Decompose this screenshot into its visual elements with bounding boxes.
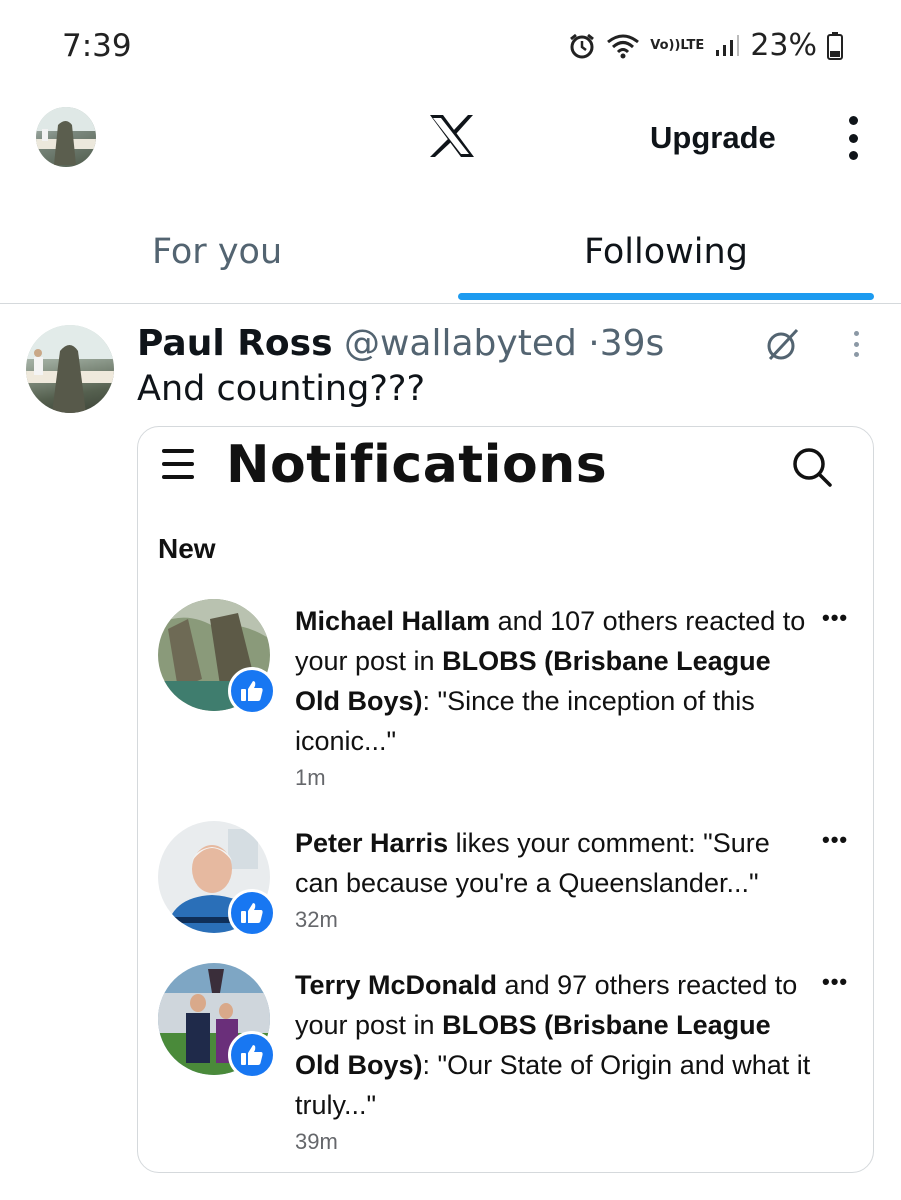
overflow-menu-icon[interactable] (842, 116, 864, 160)
tab-for-you[interactable]: For you (152, 232, 282, 272)
notification-more-icon: ••• (822, 605, 849, 630)
search-icon (790, 445, 834, 489)
tweet-author-avatar[interactable] (26, 325, 114, 413)
alarm-icon (568, 32, 596, 60)
notification-text: Peter Harris likes your comment: "Sure c… (295, 823, 815, 937)
timeline-tabs: For you Following (0, 200, 901, 304)
tweet-timestamp[interactable]: 39s (600, 323, 665, 364)
like-badge-icon (228, 667, 276, 715)
status-icons: Vo)) LTE 23% (568, 28, 843, 63)
x-logo-icon[interactable] (428, 114, 476, 158)
section-heading-new: New (158, 533, 216, 564)
notifications-title: Notifications (226, 435, 608, 495)
notification-text: Terry McDonald and 97 others reacted to … (295, 965, 815, 1159)
notification-more-icon: ••• (822, 827, 849, 852)
notification-time: 39m (295, 1129, 338, 1154)
notification-more-icon: ••• (822, 969, 849, 994)
tweet-separator: · (588, 323, 600, 364)
tweet-more-icon[interactable] (852, 331, 860, 357)
tweet-header: Paul Ross @wallabyted ·39s (137, 323, 664, 364)
wifi-icon (606, 32, 640, 60)
like-badge-icon (228, 1031, 276, 1079)
battery-icon (827, 31, 843, 60)
signal-icon (714, 34, 740, 58)
volte-lte-icon: Vo)) LTE (650, 38, 705, 53)
notification-text: Michael Hallam and 107 others reacted to… (295, 601, 815, 795)
notification-time: 1m (295, 765, 326, 790)
battery-percent: 23% (750, 28, 817, 63)
hamburger-menu-icon (162, 449, 194, 479)
like-badge-icon (228, 889, 276, 937)
notification-time: 32m (295, 907, 338, 932)
tab-following[interactable]: Following (584, 232, 748, 272)
account-avatar[interactable] (36, 107, 96, 167)
upgrade-button[interactable]: Upgrade (650, 120, 776, 156)
tweet-media-image[interactable]: Notifications New Michael Hallam and 107… (137, 426, 874, 1173)
tweet-author-handle[interactable]: @wallabyted (344, 323, 577, 364)
status-time: 7:39 (62, 28, 132, 64)
tweet-author-name[interactable]: Paul Ross (137, 323, 333, 364)
top-app-bar: Upgrade (0, 90, 901, 200)
tweet-text: And counting??? (137, 369, 426, 409)
tweet[interactable]: Paul Ross @wallabyted ·39s And counting?… (0, 305, 901, 1200)
grok-icon[interactable] (764, 325, 802, 363)
active-tab-indicator (458, 293, 874, 300)
status-bar: 7:39 Vo)) LTE 23% (0, 0, 901, 90)
